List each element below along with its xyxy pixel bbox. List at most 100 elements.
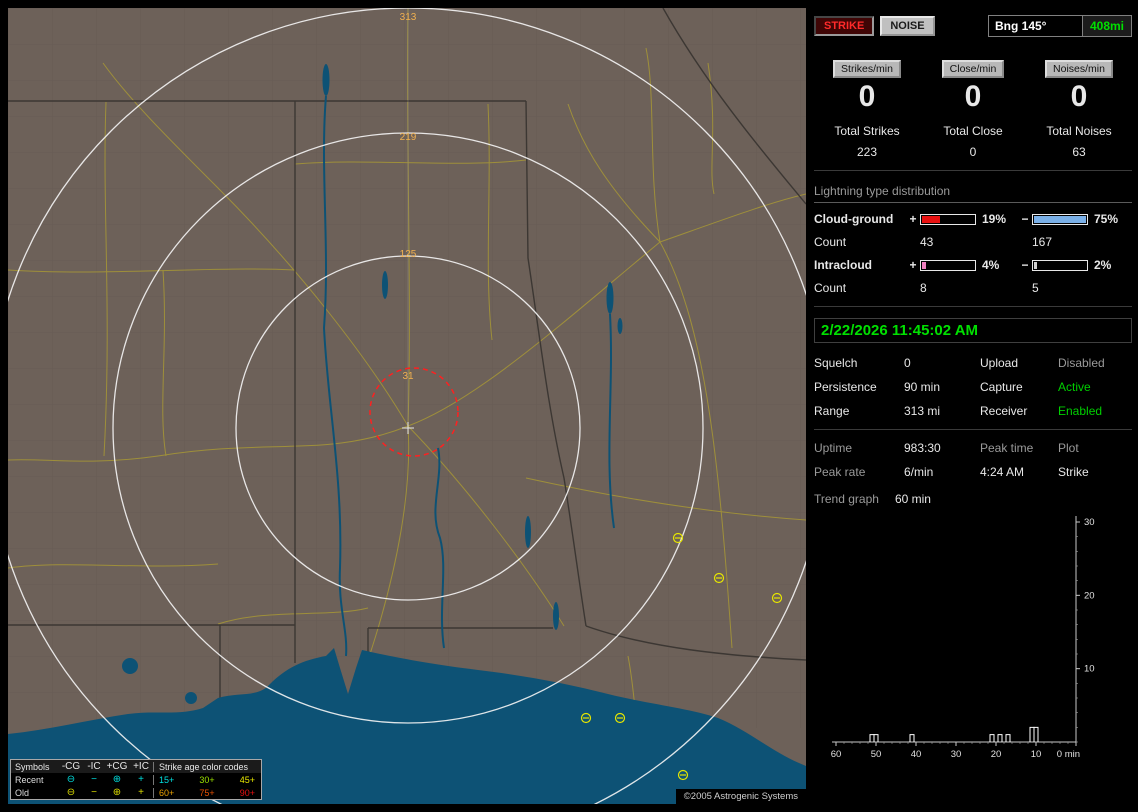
strikes-per-min-button[interactable]: Strikes/min — [833, 60, 901, 78]
age-45: 45+ — [239, 774, 255, 785]
copyright-text: ©2005 Astrogenic Systems — [675, 789, 806, 804]
total-close-value: 0 — [969, 145, 977, 159]
ic-plus-percent: 4% — [982, 258, 1000, 272]
total-noises-label: Total Noises — [1046, 124, 1112, 138]
trend-chart: 60 50 40 30 20 10 0 min 10 20 30 — [831, 516, 1095, 760]
old-label: Old — [15, 787, 30, 798]
lightning-map[interactable]: 313 219 125 31 Symbols -CG -IC +CG +IC S… — [8, 8, 806, 804]
receiver-status: Enabled — [1058, 404, 1103, 418]
ic-plus-count: 8 — [920, 281, 927, 295]
rates-section: Strikes/min 0 Total Strikes 223 Close/mi… — [814, 60, 1132, 159]
plot-value: Strike — [1058, 465, 1089, 479]
trend-graph-label: Trend graph — [814, 492, 879, 506]
divider — [814, 306, 1132, 307]
old-neg-ic-icon: − — [91, 787, 97, 798]
recent-pos-cg-icon: ⊕ — [112, 774, 122, 785]
stats-table: Uptime 983:30 Peak time Plot Peak rate 6… — [814, 441, 1132, 479]
recent-pos-ic-icon: + — [138, 774, 144, 785]
map-canvas: 313 219 125 31 — [8, 8, 806, 804]
close-per-min-value: 0 — [964, 80, 982, 113]
svg-text:30: 30 — [1084, 517, 1095, 528]
col-pos-ic: +IC — [133, 761, 149, 772]
peak-rate-value: 6/min — [904, 465, 934, 479]
col-neg-cg: -CG — [61, 761, 81, 772]
cg-minus-count: 167 — [1032, 235, 1053, 249]
noises-per-min-value: 0 — [1070, 80, 1088, 113]
intracloud-label: Intracloud — [814, 258, 873, 272]
persistence-value: 90 min — [904, 380, 941, 394]
bearing-value: Bng 145° — [995, 19, 1047, 33]
total-strikes-label: Total Strikes — [834, 124, 900, 138]
svg-text:10: 10 — [1084, 664, 1095, 675]
old-pos-ic-icon: + — [138, 787, 144, 798]
cloud-ground-label: Cloud-ground — [814, 212, 894, 226]
persistence-label: Persistence — [814, 380, 877, 394]
age-90: 90+ — [239, 787, 255, 798]
cg-plus-count: 43 — [920, 235, 934, 249]
control-panel: STRIKE NOISE Bng 145° 408mi Strikes/min … — [814, 8, 1132, 804]
capture-label: Capture — [980, 380, 1023, 394]
total-noises-value: 63 — [1072, 145, 1086, 159]
ring-label-125: 125 — [400, 249, 417, 260]
ic-minus-gauge — [1032, 259, 1088, 271]
peak-time-label: Peak time — [980, 441, 1034, 455]
strike-button[interactable]: STRIKE — [814, 16, 875, 36]
ring-label-219: 219 — [400, 132, 417, 143]
col-pos-cg: +CG — [106, 761, 128, 772]
svg-text:30: 30 — [951, 749, 962, 760]
age-30: 30+ — [199, 774, 215, 785]
ring-label-313: 313 — [400, 12, 417, 23]
trend-graph-value: 60 min — [894, 492, 931, 506]
settings-table: Squelch 0 Upload Disabled Persistence 90… — [814, 356, 1132, 418]
range-label: Range — [814, 404, 850, 418]
svg-text:20: 20 — [1084, 590, 1095, 601]
age-15: 15+ — [159, 774, 175, 785]
ic-minus-percent: 2% — [1094, 258, 1112, 272]
distance-value: 408mi — [1081, 16, 1131, 36]
count-label: Count — [814, 235, 847, 249]
svg-text:40: 40 — [911, 749, 922, 760]
divider — [814, 429, 1132, 430]
squelch-label: Squelch — [814, 356, 858, 370]
distribution-title: Lightning type distribution — [814, 182, 1132, 203]
receiver-label: Receiver — [980, 404, 1028, 418]
svg-text:20: 20 — [991, 749, 1002, 760]
age-codes-title: Strike age color codes — [153, 761, 257, 772]
recent-neg-ic-icon: − — [91, 774, 97, 785]
peak-rate-label: Peak rate — [814, 465, 866, 479]
svg-text:10: 10 — [1031, 749, 1042, 760]
ring-label-31: 31 — [402, 371, 414, 382]
recent-neg-cg-icon: ⊖ — [66, 774, 76, 785]
old-neg-cg-icon: ⊖ — [66, 787, 76, 798]
total-close-label: Total Close — [943, 124, 1003, 138]
cg-minus-gauge — [1032, 213, 1088, 225]
cg-minus-percent: 75% — [1094, 212, 1119, 226]
upload-label: Upload — [980, 356, 1019, 370]
minus-sign: − — [1021, 258, 1029, 272]
ic-plus-gauge — [920, 259, 976, 271]
close-per-min-button[interactable]: Close/min — [941, 60, 1005, 78]
peak-time-value: 4:24 AM — [980, 465, 1025, 479]
svg-text:60: 60 — [831, 749, 842, 760]
total-strikes-value: 223 — [856, 145, 878, 159]
symbol-legend: Symbols -CG -IC +CG +IC Strike age color… — [10, 759, 262, 800]
uptime-value: 983:30 — [904, 441, 941, 455]
plus-sign: + — [909, 212, 917, 226]
noises-per-min-button[interactable]: Noises/min — [1045, 60, 1113, 78]
plus-sign: + — [909, 258, 917, 272]
cg-plus-percent: 19% — [982, 212, 1007, 226]
noise-button[interactable]: NOISE — [880, 16, 935, 36]
strikes-per-min-value: 0 — [858, 80, 876, 113]
range-value: 313 mi — [904, 404, 941, 418]
age-75: 75+ — [199, 787, 215, 798]
datetime-display: 2/22/2026 11:45:02 AM — [814, 318, 1132, 343]
plot-label: Plot — [1058, 441, 1079, 455]
capture-status: Active — [1058, 380, 1091, 394]
uptime-label: Uptime — [814, 441, 853, 455]
svg-text:50: 50 — [871, 749, 882, 760]
upload-status: Disabled — [1058, 356, 1105, 370]
legend-title: Symbols — [15, 761, 50, 772]
ic-minus-count: 5 — [1032, 281, 1039, 295]
col-neg-ic: -IC — [87, 761, 101, 772]
recent-label: Recent — [15, 774, 44, 785]
